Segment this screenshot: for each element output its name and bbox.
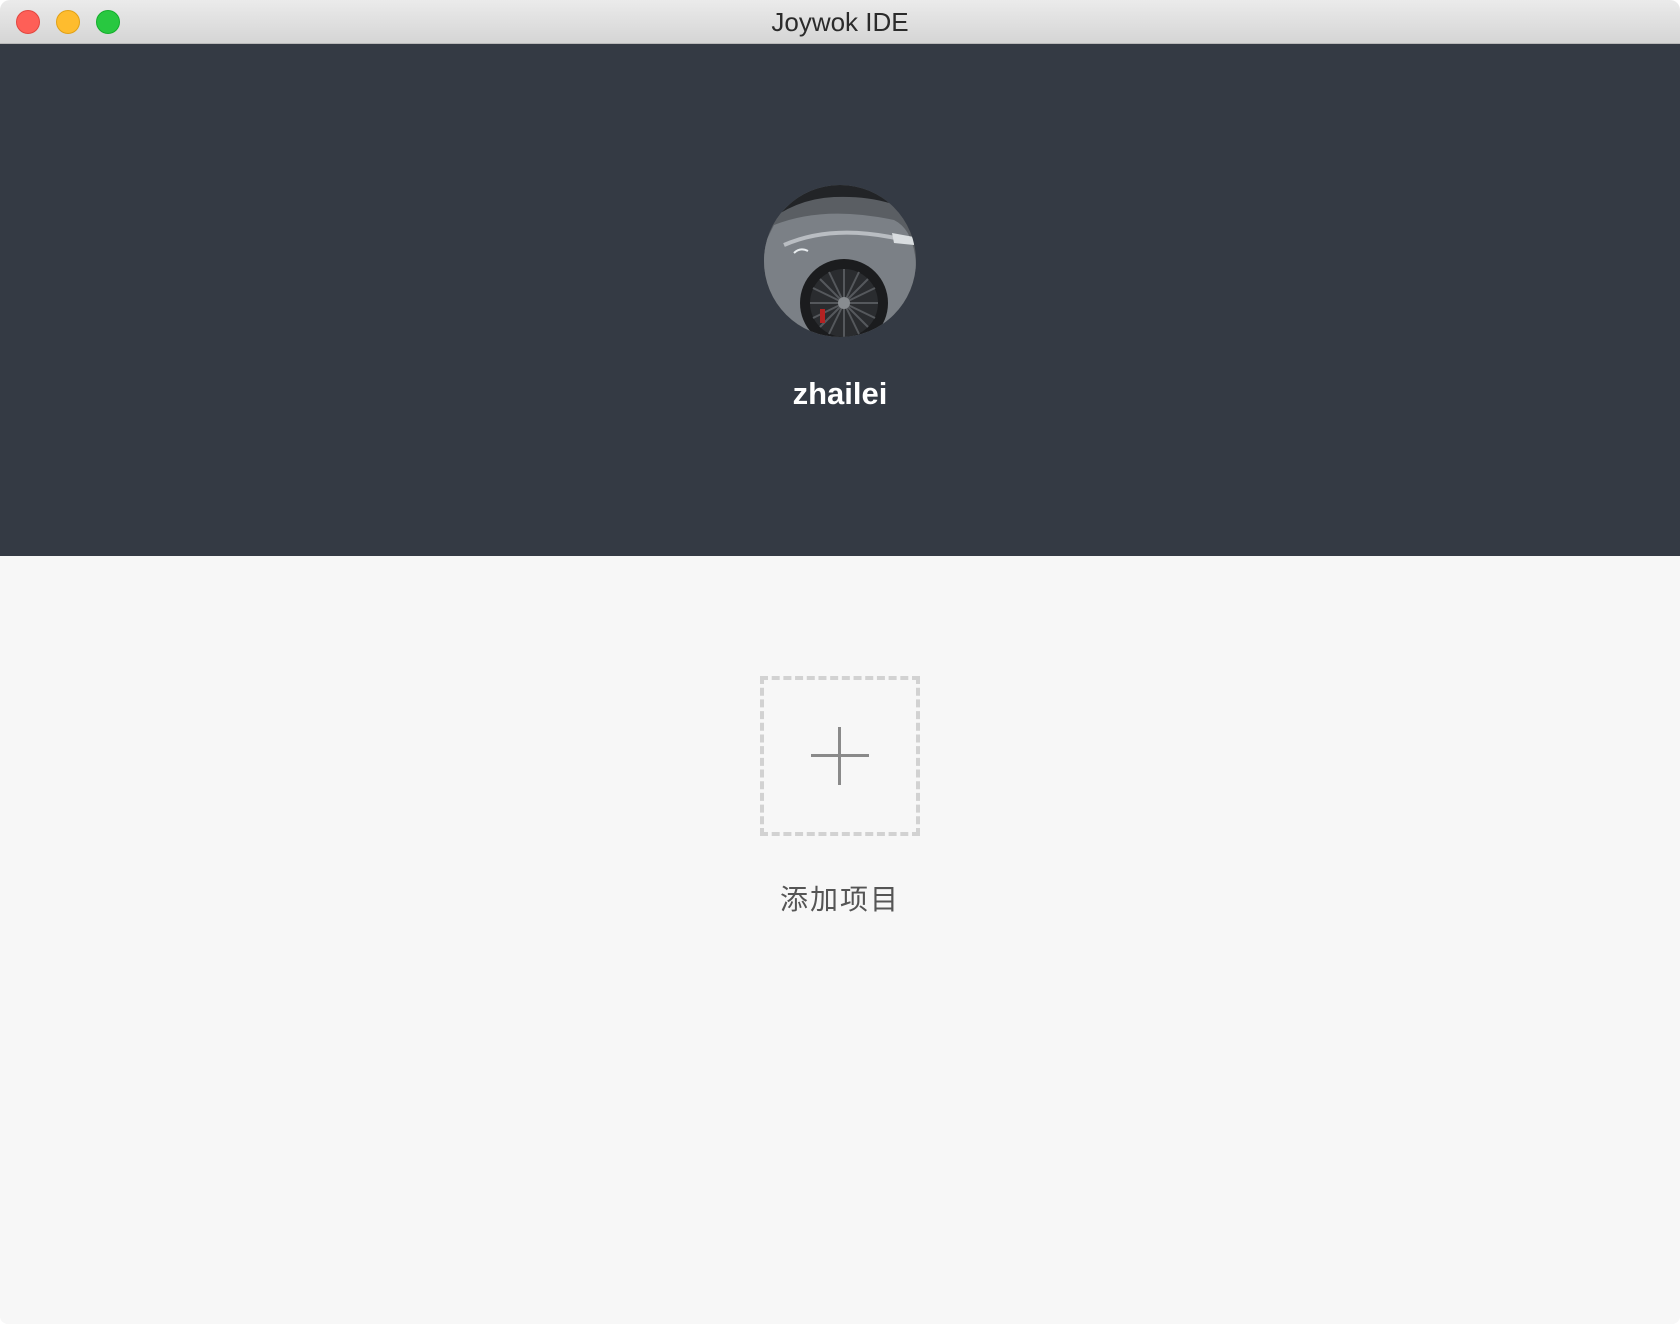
username: zhailei [792,376,888,411]
app-window: Joywok IDE zhailei 添加项目 [0,0,1680,1324]
user-avatar[interactable] [764,185,916,337]
avatar-car-image [764,185,916,337]
profile-header: zhailei [0,44,1680,556]
plus-icon [811,727,869,785]
add-project-button[interactable] [760,676,920,836]
window-title: Joywok IDE [771,7,909,37]
title-bar[interactable]: Joywok IDE [0,0,1680,44]
add-project-label[interactable]: 添加项目 [0,878,1680,918]
projects-area: 添加项目 [0,556,1680,1324]
